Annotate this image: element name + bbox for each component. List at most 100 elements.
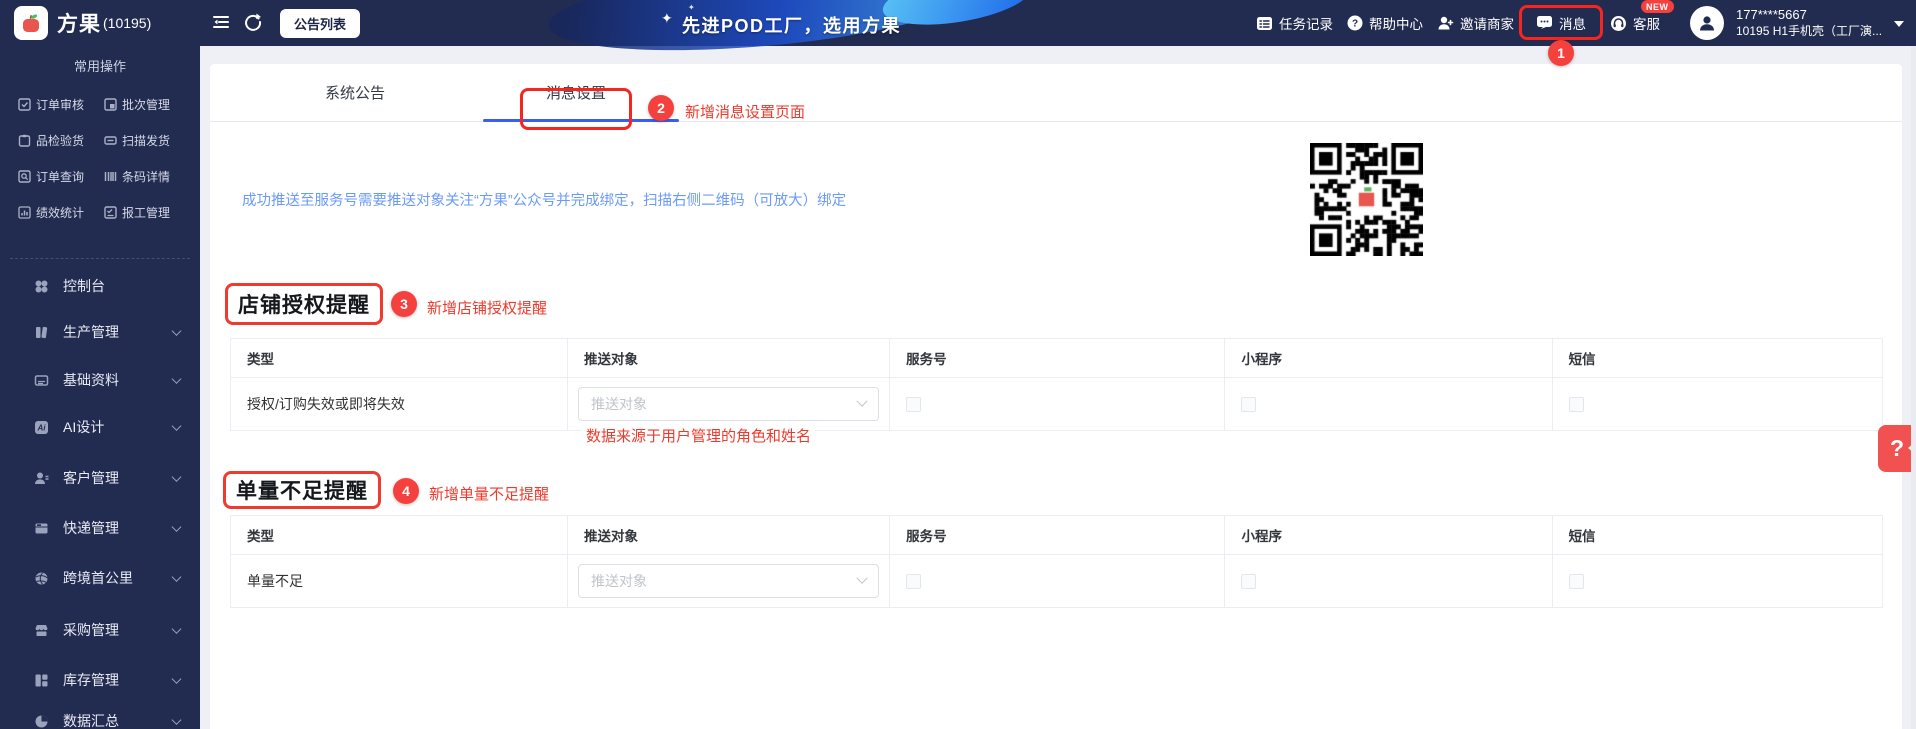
nav-messages[interactable]: 消息 xyxy=(1519,5,1603,40)
sidebar: 常用操作 订单审核 批次管理 品检验货 扫描发货 订单查询 条码详情 绩效统计 xyxy=(0,46,200,729)
sidebar-item-inventory[interactable]: 库存管理 xyxy=(0,657,200,703)
purchase-store-icon xyxy=(32,623,50,638)
svg-text:Ai: Ai xyxy=(36,423,46,432)
row-type-cell: 授权/订购失效或即将失效 xyxy=(230,377,568,431)
col-header-service-account: 服务号 xyxy=(889,515,1226,555)
tab-system-announcement[interactable]: 系统公告 xyxy=(255,64,455,121)
quick-label: 条码详情 xyxy=(122,169,171,184)
brand-tenant-id: (10195) xyxy=(103,15,152,31)
user-phone: 177****5667 xyxy=(1736,7,1807,22)
invite-merchant-icon xyxy=(1438,16,1454,30)
quick-work-report[interactable]: 报工管理 xyxy=(104,194,190,230)
chevron-down-icon xyxy=(171,326,182,336)
col-header-sms: 短信 xyxy=(1552,338,1884,378)
push-target-placeholder: 推送对象 xyxy=(591,396,647,412)
banner-decoration-2 xyxy=(879,0,1035,34)
basic-data-icon xyxy=(32,373,50,388)
help-question-mark: ? xyxy=(1889,435,1905,461)
avatar-person-icon xyxy=(1700,16,1714,31)
quick-ops-title: 常用操作 xyxy=(73,59,126,74)
col-header-mini-program: 小程序 xyxy=(1224,515,1553,555)
nav-invite-merchant[interactable]: 邀请商家 xyxy=(1437,0,1514,46)
annotation-box-section-1: 店铺授权提醒 xyxy=(225,283,383,325)
sidebar-item-crossborder[interactable]: 跨境首公里 xyxy=(0,555,200,601)
message-icon xyxy=(1537,16,1552,29)
ai-design-icon: Ai xyxy=(32,420,50,435)
inventory-icon xyxy=(32,673,50,688)
announcement-list-button[interactable]: 公告列表 xyxy=(280,9,361,38)
user-org: 10195 H1手机壳（工厂演... xyxy=(1736,24,1883,38)
col-header-type: 类型 xyxy=(230,338,568,378)
app-logo[interactable] xyxy=(14,6,48,40)
quick-scan-ship[interactable]: 扫描发货 xyxy=(104,122,190,158)
svg-text:?: ? xyxy=(1352,19,1358,30)
performance-stats-icon xyxy=(18,205,31,219)
sms-checkbox[interactable] xyxy=(1568,573,1584,589)
push-target-placeholder: 推送对象 xyxy=(591,573,647,589)
sidebar-item-purchase[interactable]: 采购管理 xyxy=(0,607,200,653)
sidebar-item-ai-design[interactable]: Ai AI设计 xyxy=(0,404,200,450)
sms-checkbox[interactable] xyxy=(1568,396,1584,412)
push-target-select[interactable]: 推送对象 xyxy=(578,387,880,421)
chevron-down-icon xyxy=(171,572,182,582)
qc-inspect-icon xyxy=(18,134,31,147)
quick-barcode-detail[interactable]: 条码详情 xyxy=(104,158,190,194)
push-target-select[interactable]: 推送对象 xyxy=(578,564,880,598)
quick-batch-manage[interactable]: 批次管理 xyxy=(104,86,190,122)
sidebar-item-basic-data[interactable]: 基础资料 xyxy=(0,357,200,403)
chevron-down-icon xyxy=(171,624,182,634)
sidebar-item-customer[interactable]: 客户管理 xyxy=(0,455,200,501)
section-2-title: 单量不足提醒 xyxy=(236,480,368,503)
quick-order-review[interactable]: 订单审核 xyxy=(18,86,104,122)
table-row: 授权/订购失效或即将失效 推送对象 xyxy=(230,377,1884,431)
section-1-title: 店铺授权提醒 xyxy=(238,294,370,317)
quick-label: 批次管理 xyxy=(122,97,171,112)
sparkle-icon: ✦ xyxy=(661,10,673,26)
service-account-checkbox[interactable] xyxy=(906,396,922,412)
user-menu-caret-icon[interactable] xyxy=(1894,21,1904,27)
sidebar-item-express[interactable]: 快递管理 xyxy=(0,505,200,551)
quick-qc-inspect[interactable]: 品检验货 xyxy=(18,122,104,158)
production-icon xyxy=(32,325,50,340)
quick-order-query[interactable]: 订单查询 xyxy=(18,158,104,194)
table-row: 单量不足 推送对象 xyxy=(230,554,1884,608)
data-summary-icon xyxy=(32,714,50,729)
nav-messages-label: 消息 xyxy=(1559,16,1586,32)
question-circle-icon: ? xyxy=(1347,15,1363,31)
annotation-box-tab xyxy=(520,88,632,130)
sidebar-item-console[interactable]: 控制台 xyxy=(0,263,200,309)
sidebar-item-production[interactable]: 生产管理 xyxy=(0,309,200,355)
qr-code[interactable] xyxy=(1308,142,1424,256)
brand: 方果 (10195) xyxy=(57,0,151,46)
data-source-note: 数据来源于用户管理的角色和姓名 xyxy=(582,423,816,448)
refresh-icon[interactable] xyxy=(243,12,263,32)
nav-help-center[interactable]: ? 帮助中心 xyxy=(1347,0,1423,46)
brand-name: 方果 xyxy=(57,13,101,36)
col-header-sms: 短信 xyxy=(1552,515,1884,555)
nav-task-records[interactable]: 任务记录 xyxy=(1256,0,1333,46)
callout-4-text: 新增单量不足提醒 xyxy=(429,486,550,503)
shop-auth-table: 类型 推送对象 服务号 小程序 短信 授权/订购失效或即将失效 推送对象 xyxy=(230,338,1884,431)
chevron-down-icon xyxy=(171,674,182,684)
user-info[interactable]: 177****5667 10195 H1手机壳（工厂演... xyxy=(1736,6,1882,40)
quick-label: 扫描发货 xyxy=(122,133,171,148)
chevron-down-icon xyxy=(856,572,868,584)
scrollbar-track[interactable] xyxy=(1911,46,1916,729)
callout-3-text: 新增店铺授权提醒 xyxy=(427,300,548,317)
sparkle-icon-small: ✦ xyxy=(688,3,695,12)
user-avatar[interactable] xyxy=(1690,6,1724,40)
service-account-checkbox[interactable] xyxy=(906,573,922,589)
chevron-down-icon xyxy=(171,522,182,532)
sidebar-item-data-summary[interactable]: 数据汇总 xyxy=(0,698,200,729)
callout-3: 3 xyxy=(391,291,417,317)
callout-2-text: 新增消息设置页面 xyxy=(685,104,806,121)
mini-program-checkbox[interactable] xyxy=(1241,396,1257,412)
col-header-push-target: 推送对象 xyxy=(567,338,891,378)
quick-label: 品检验货 xyxy=(36,133,85,148)
col-header-service-account: 服务号 xyxy=(889,338,1226,378)
sidebar-collapse-icon[interactable] xyxy=(211,13,231,31)
chevron-down-icon xyxy=(171,715,182,725)
quick-label: 绩效统计 xyxy=(36,205,85,220)
mini-program-checkbox[interactable] xyxy=(1241,573,1257,589)
quick-performance-stats[interactable]: 绩效统计 xyxy=(18,194,104,230)
